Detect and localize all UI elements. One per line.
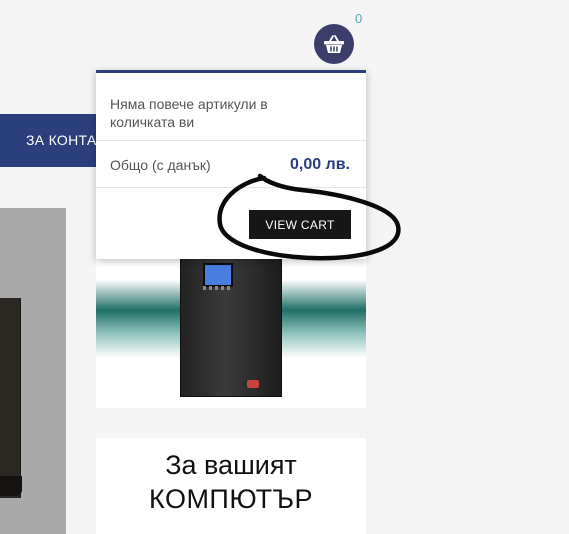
cart-empty-message: Няма повече артикули в количката ви: [110, 96, 268, 130]
left-product-image[interactable]: [0, 208, 66, 534]
promo-card[interactable]: За вашият КОМПЮТЪР: [96, 438, 366, 534]
divider: [96, 140, 366, 141]
basket-icon: [324, 35, 344, 53]
total-label: Общо (с данък): [110, 157, 211, 173]
device-foot: [0, 476, 22, 496]
nav-bar: ЗА КОНТАКТ: [0, 114, 114, 167]
ups-screen: [203, 263, 233, 287]
hand-drawn-circle-annotation: [217, 173, 401, 261]
promo-line-2: КОМПЮТЪР: [149, 484, 313, 514]
promo-line-1: За вашият: [165, 450, 297, 480]
ups-buttons: [203, 286, 233, 290]
ups-logo: [247, 380, 259, 388]
ups-device: [180, 255, 282, 397]
cart-count-badge: 0: [355, 11, 363, 26]
cart-button[interactable]: [314, 24, 354, 64]
device-silhouette: [0, 298, 21, 498]
